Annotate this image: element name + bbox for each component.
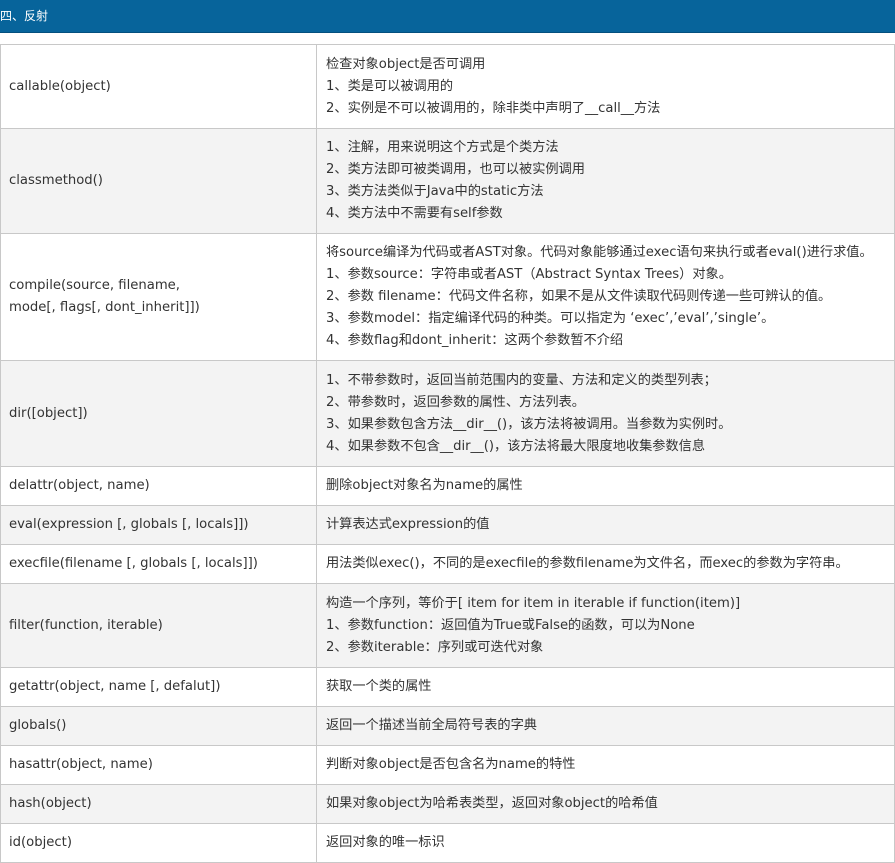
description-cell: 判断对象object是否包含名为name的特性 — [316, 745, 895, 785]
table-row: id(object) 返回对象的唯一标识 — [0, 823, 895, 863]
function-signature: compile(source, filename, — [9, 278, 180, 293]
function-signature-cell: callable(object) — [0, 44, 317, 129]
description-line: 4、如果参数不包含__dir__()，该方法将最大限度地收集参数信息 — [326, 438, 706, 454]
description-line: 3、参数model：指定编译代码的种类。可以指定为 ‘exec’,’eval’,… — [326, 311, 775, 326]
table-row: filter(function, iterable) 构造一个序列，等价于[ i… — [0, 583, 895, 668]
description-line: 2、带参数时，返回参数的属性、方法列表。 — [326, 394, 585, 410]
description-line: 4、类方法中不需要有self参数 — [326, 206, 503, 221]
description-line: 检查对象object是否可调用 — [326, 56, 486, 72]
table-row: delattr(object, name) 删除object对象名为name的属… — [0, 466, 895, 506]
function-signature: id(object) — [9, 835, 72, 850]
description-line: 2、参数 filename：代码文件名称，如果不是从文件读取代码则传递一些可辨认… — [326, 289, 832, 304]
description-cell: 获取一个类的属性 — [316, 667, 895, 707]
function-signature-cell: compile(source, filename, mode[, flags[,… — [0, 233, 317, 361]
description-line: 返回对象的唯一标识 — [326, 835, 445, 850]
function-signature: filter(function, iterable) — [9, 617, 163, 633]
function-signature-cell: dir([object]) — [0, 360, 317, 467]
function-signature-cell: hasattr(object, name) — [0, 745, 317, 785]
description-cell: 1、不带参数时，返回当前范围内的变量、方法和定义的类型列表； 2、带参数时，返回… — [316, 360, 895, 467]
description-line: 1、参数source：字符串或者AST（Abstract Syntax Tree… — [326, 267, 732, 282]
function-signature-cell: hash(object) — [0, 784, 317, 824]
function-signature: globals() — [9, 718, 67, 733]
description-line: 3、如果参数包含方法__dir__()，该方法将被调用。当参数为实例时。 — [326, 416, 732, 432]
table-row: getattr(object, name [, defalut]) 获取一个类的… — [0, 667, 895, 707]
description-cell: 用法类似exec()，不同的是execfile的参数filename为文件名，而… — [316, 544, 895, 584]
section-header: 四、反射 — [0, 0, 895, 33]
description-line: 删除object对象名为name的属性 — [326, 478, 523, 493]
description-line: 如果对象object为哈希表类型，返回对象object的哈希值 — [326, 796, 658, 811]
function-signature: delattr(object, name) — [9, 478, 150, 493]
function-signature-cell: eval(expression [, globals [, locals]]) — [0, 505, 317, 545]
section-title: 四、反射 — [0, 9, 49, 23]
description-line: 构造一个序列，等价于[ item for item in iterable if… — [326, 595, 741, 611]
description-cell: 返回一个描述当前全局符号表的字典 — [316, 706, 895, 746]
table-row: dir([object]) 1、不带参数时，返回当前范围内的变量、方法和定义的类… — [0, 360, 895, 467]
description-line: 判断对象object是否包含名为name的特性 — [326, 757, 576, 772]
description-line: 1、注解，用来说明这个方式是个类方法 — [326, 140, 559, 155]
description-line: 获取一个类的属性 — [326, 679, 432, 694]
function-signature: dir([object]) — [9, 405, 88, 421]
function-signature-cell: classmethod() — [0, 128, 317, 234]
function-signature-cell: delattr(object, name) — [0, 466, 317, 506]
description-line: 4、参数flag和dont_inherit：这两个参数暂不介绍 — [326, 333, 624, 348]
description-line: 将source编译为代码或者AST对象。代码对象能够通过exec语句来执行或者e… — [326, 245, 873, 260]
function-signature: classmethod() — [9, 173, 103, 188]
function-signature-cell: filter(function, iterable) — [0, 583, 317, 668]
description-cell: 计算表达式expression的值 — [316, 505, 895, 545]
function-signature: mode[, flags[, dont_inherit]]) — [9, 300, 200, 315]
description-cell: 如果对象object为哈希表类型，返回对象object的哈希值 — [316, 784, 895, 824]
table-row: eval(expression [, globals [, locals]]) … — [0, 505, 895, 545]
table-row: hasattr(object, name) 判断对象object是否包含名为na… — [0, 745, 895, 785]
function-signature: callable(object) — [9, 78, 111, 94]
table-row: execfile(filename [, globals [, locals]]… — [0, 544, 895, 584]
description-line: 计算表达式expression的值 — [326, 517, 490, 532]
function-signature-cell: execfile(filename [, globals [, locals]]… — [0, 544, 317, 584]
function-signature: getattr(object, name [, defalut]) — [9, 679, 221, 694]
description-line: 用法类似exec()，不同的是execfile的参数filename为文件名，而… — [326, 556, 849, 571]
function-signature: eval(expression [, globals [, locals]]) — [9, 517, 249, 532]
description-cell: 检查对象object是否可调用 1、类是可以被调用的 2、实例是不可以被调用的，… — [316, 44, 895, 129]
table-row: classmethod() 1、注解，用来说明这个方式是个类方法 2、类方法即可… — [0, 128, 895, 234]
description-line: 2、实例是不可以被调用的，除非类中声明了__call__方法 — [326, 100, 661, 116]
table-row: globals() 返回一个描述当前全局符号表的字典 — [0, 706, 895, 746]
description-line: 2、参数iterable：序列或可迭代对象 — [326, 639, 544, 655]
description-cell: 返回对象的唯一标识 — [316, 823, 895, 863]
function-signature: hasattr(object, name) — [9, 757, 153, 772]
function-signature: hash(object) — [9, 796, 92, 811]
function-signature-cell: getattr(object, name [, defalut]) — [0, 667, 317, 707]
description-line: 返回一个描述当前全局符号表的字典 — [326, 718, 537, 733]
description-cell: 构造一个序列，等价于[ item for item in iterable if… — [316, 583, 895, 668]
description-line: 2、类方法即可被类调用，也可以被实例调用 — [326, 162, 585, 177]
function-signature-cell: globals() — [0, 706, 317, 746]
table-row: callable(object) 检查对象object是否可调用 1、类是可以被… — [0, 44, 895, 129]
table-row: compile(source, filename, mode[, flags[,… — [0, 233, 895, 361]
description-cell: 1、注解，用来说明这个方式是个类方法 2、类方法即可被类调用，也可以被实例调用 … — [316, 128, 895, 234]
table-body: callable(object) 检查对象object是否可调用 1、类是可以被… — [0, 44, 895, 863]
description-line: 1、参数function：返回值为True或False的函数，可以为None — [326, 617, 695, 633]
description-line: 1、类是可以被调用的 — [326, 78, 454, 94]
table-row: hash(object) 如果对象object为哈希表类型，返回对象object… — [0, 784, 895, 824]
description-cell: 将source编译为代码或者AST对象。代码对象能够通过exec语句来执行或者e… — [316, 233, 895, 361]
function-signature-cell: id(object) — [0, 823, 317, 863]
function-signature: execfile(filename [, globals [, locals]]… — [9, 556, 258, 571]
reflection-functions-table: callable(object) 检查对象object是否可调用 1、类是可以被… — [0, 44, 895, 863]
description-line: 1、不带参数时，返回当前范围内的变量、方法和定义的类型列表； — [326, 372, 717, 388]
description-line: 3、类方法类似于Java中的static方法 — [326, 184, 544, 199]
description-cell: 删除object对象名为name的属性 — [316, 466, 895, 506]
